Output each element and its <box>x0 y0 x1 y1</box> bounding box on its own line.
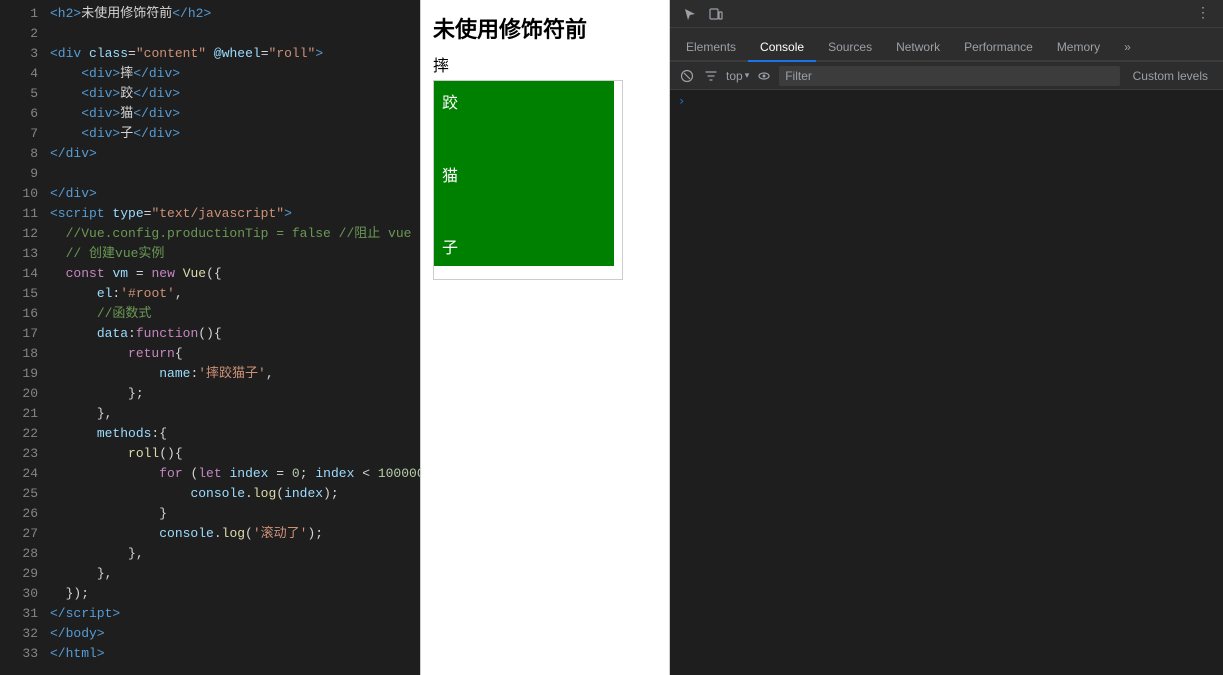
code-line: 9 <box>0 164 420 184</box>
tab-memory[interactable]: Memory <box>1045 34 1112 62</box>
code-line: 31</script> <box>0 604 420 624</box>
filter-icon[interactable] <box>702 67 720 85</box>
preview-title: 未使用修饰符前 <box>433 12 657 44</box>
device-icon[interactable] <box>704 2 728 26</box>
code-editor-panel: 1<h2>未使用修饰符前</h2>23<div class="content" … <box>0 0 420 675</box>
devtools-console-toolbar: top ▾ Custom levels <box>670 62 1223 90</box>
tab-more[interactable]: » <box>1112 34 1143 62</box>
preview-scrollable-area[interactable]: 跤 猫 子 <box>433 80 623 280</box>
code-line: 18 return{ <box>0 344 420 364</box>
browser-preview-panel: 未使用修饰符前 摔 跤 猫 子 <box>420 0 670 675</box>
tab-elements[interactable]: Elements <box>674 34 748 62</box>
code-line: 33</html> <box>0 644 420 664</box>
code-line: 27 console.log('滚动了'); <box>0 524 420 544</box>
code-line: 5 <div>跤</div> <box>0 84 420 104</box>
cursor-icon[interactable] <box>678 2 702 26</box>
code-line: 13 // 创建vue实例 <box>0 244 420 264</box>
code-line: 17 data:function(){ <box>0 324 420 344</box>
devtools-tabs: Elements Console Sources Network Perform… <box>670 28 1223 62</box>
code-line: 6 <div>猫</div> <box>0 104 420 124</box>
tab-network[interactable]: Network <box>884 34 952 62</box>
code-line: 32</body> <box>0 624 420 644</box>
console-prompt: › <box>678 94 685 108</box>
code-line: 24 for (let index = 0; index < 100000; <box>0 464 420 484</box>
context-label: top <box>726 69 743 83</box>
console-filter-input[interactable] <box>779 66 1119 86</box>
code-line: 29 }, <box>0 564 420 584</box>
code-line: 26 } <box>0 504 420 524</box>
chevron-down-icon: ▾ <box>745 70 750 81</box>
code-line: 28 }, <box>0 544 420 564</box>
tab-sources[interactable]: Sources <box>816 34 884 62</box>
preview-item-zi: 子 <box>442 234 606 258</box>
code-line: 14 const vm = new Vue({ <box>0 264 420 284</box>
devtools-console-output: › <box>670 90 1223 675</box>
code-line: 25 console.log(index); <box>0 484 420 504</box>
code-line: 21 }, <box>0 404 420 424</box>
clear-console-icon[interactable] <box>678 67 696 85</box>
eye-icon[interactable] <box>755 67 773 85</box>
more-icon[interactable]: ⋮ <box>1191 2 1215 26</box>
context-selector[interactable]: top ▾ <box>726 69 749 83</box>
code-line: 10</div> <box>0 184 420 204</box>
tab-console[interactable]: Console <box>748 34 816 62</box>
code-line: 4 <div>摔</div> <box>0 64 420 84</box>
code-line: 20 }; <box>0 384 420 404</box>
code-line: 16 //函数式 <box>0 304 420 324</box>
devtools-panel: ⋮ Elements Console Sources Network Perfo… <box>670 0 1223 675</box>
code-line: 7 <div>子</div> <box>0 124 420 144</box>
preview-item-mao: 猫 <box>442 162 606 186</box>
code-line: 12 //Vue.config.productionTip = false //… <box>0 224 420 244</box>
tab-performance[interactable]: Performance <box>952 34 1045 62</box>
code-line: 30 }); <box>0 584 420 604</box>
preview-green-box: 跤 猫 子 <box>434 81 614 266</box>
devtools-topbar: ⋮ <box>670 0 1223 28</box>
code-line: 11<script type="text/javascript"> <box>0 204 420 224</box>
code-line: 19 name:'摔跤猫子', <box>0 364 420 384</box>
code-line: 23 roll(){ <box>0 444 420 464</box>
code-line: 22 methods:{ <box>0 424 420 444</box>
code-line: 2 <box>0 24 420 44</box>
preview-item-jiao: 跤 <box>442 89 606 113</box>
code-line: 3<div class="content" @wheel="roll"> <box>0 44 420 64</box>
custom-levels-button[interactable]: Custom levels <box>1126 66 1215 86</box>
preview-item-above: 摔 <box>433 52 657 76</box>
code-line: 15 el:'#root', <box>0 284 420 304</box>
code-line: 8</div> <box>0 144 420 164</box>
code-line: 1<h2>未使用修饰符前</h2> <box>0 4 420 24</box>
